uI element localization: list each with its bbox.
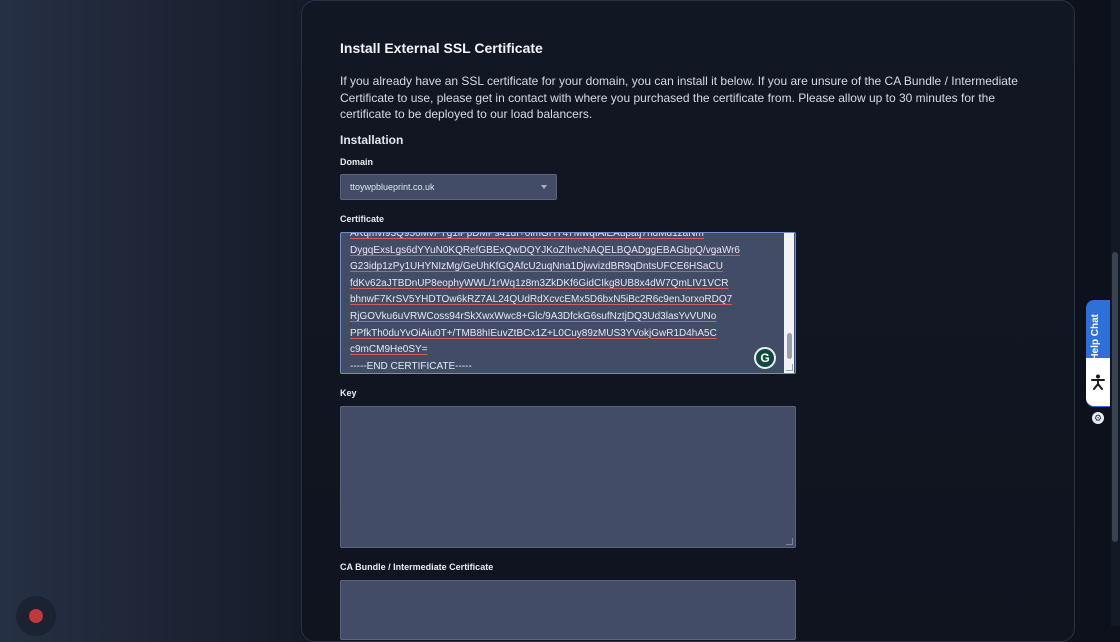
resize-handle-icon[interactable] xyxy=(786,364,793,371)
accessibility-person-icon[interactable] xyxy=(1086,358,1110,406)
chevron-down-icon xyxy=(541,185,547,189)
certificate-scrollbar[interactable] xyxy=(784,233,794,373)
certificate-label: Certificate xyxy=(340,214,385,224)
section-heading-installation: Installation xyxy=(340,133,404,147)
domain-select[interactable]: ttoywpblueprint.co.uk xyxy=(340,174,557,200)
certificate-line: PPfkTh0duYvOiAiu0T+/TMB8hIEuvZtBCx1Z+L0C… xyxy=(350,327,717,339)
domain-select-value: ttoywpblueprint.co.uk xyxy=(350,182,435,192)
certificate-line: G23idp1zPy1UHYNIzMg/GeUhKfGQAfcU2uqNna1D… xyxy=(350,261,723,273)
certificate-text: AKqmvI93Q956MvFYg1iPpDMPs41df+0imGHY47Mw… xyxy=(350,232,740,373)
certificate-line: DygqExsLgs6dYYuN0KQRefGBExQwDQYJKoZIhvcN… xyxy=(350,244,740,256)
key-textarea[interactable] xyxy=(340,406,796,548)
help-chat-label: Help Chat xyxy=(1090,314,1101,361)
certificate-line: c9mCM9He0SY= xyxy=(350,344,428,356)
page-scrollbar-thumb[interactable] xyxy=(1112,252,1118,542)
gear-icon[interactable]: ⚙ xyxy=(1092,412,1104,424)
grammarly-icon[interactable]: G xyxy=(754,347,776,369)
domain-label: Domain xyxy=(340,157,374,167)
record-dot-icon xyxy=(29,609,43,623)
ca-bundle-textarea[interactable] xyxy=(340,580,796,640)
certificate-line: bhnwF7KrSV5YHDTOw6kRZ7AL24QUdRdXcvcEMx5D… xyxy=(350,294,733,306)
record-button[interactable] xyxy=(16,596,56,636)
page-title: Install External SSL Certificate xyxy=(340,40,543,56)
certificate-line: fdKv62aJTBDnUP8eophyWWL/1rWq1z8m3ZkDKf6G… xyxy=(350,277,729,289)
key-label: Key xyxy=(340,388,357,398)
certificate-line: -----END CERTIFICATE----- xyxy=(350,360,472,372)
certificate-line: AKqmvI93Q956MvFYg1iPpDMPs41df+0imGHY47Mw… xyxy=(350,232,704,239)
certificate-scrollbar-thumb[interactable] xyxy=(787,333,792,359)
ca-bundle-label: CA Bundle / Intermediate Certificate xyxy=(340,562,494,572)
resize-handle-icon[interactable] xyxy=(786,538,793,545)
page-description: If you already have an SSL certificate f… xyxy=(340,74,1018,122)
certificate-line: RjGOVku6uVRWCoss94rSkXwxWwc8+Glc/9A3Dfck… xyxy=(350,310,717,322)
certificate-textarea[interactable]: AKqmvI93Q956MvFYg1iPpDMPs41df+0imGHY47Mw… xyxy=(340,232,796,374)
